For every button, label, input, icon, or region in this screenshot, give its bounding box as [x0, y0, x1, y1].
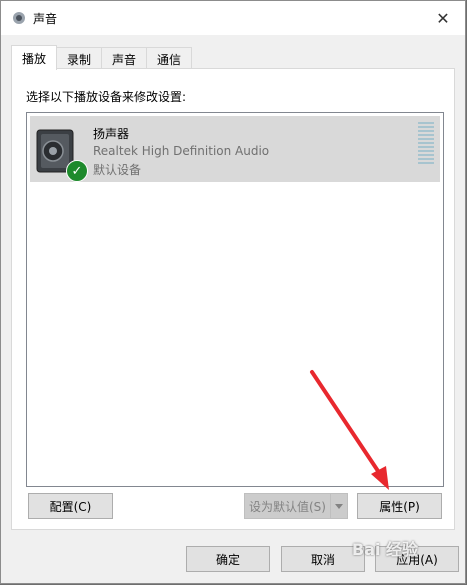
- annotation-arrow: [310, 370, 389, 490]
- tab-playback[interactable]: 播放: [11, 45, 58, 70]
- watermark: Bai 经验: [352, 540, 419, 559]
